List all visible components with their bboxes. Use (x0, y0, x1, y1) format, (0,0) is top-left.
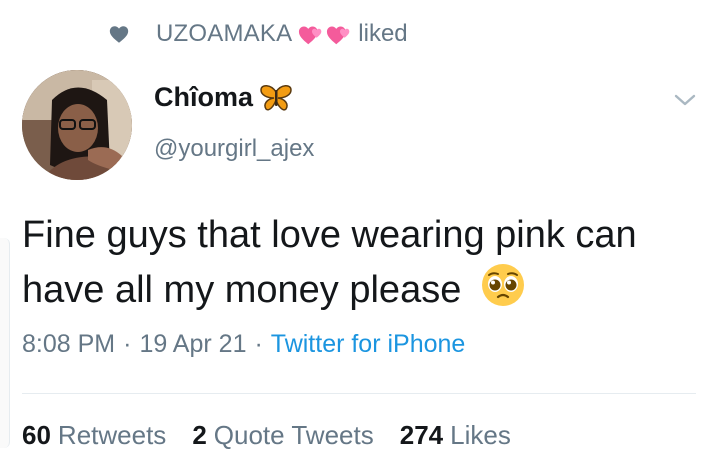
avatar[interactable] (22, 70, 132, 180)
retweets-count: 60 (22, 420, 51, 450)
liked-by-user[interactable]: UZOAMAKA (156, 20, 292, 48)
quote-tweets-count: 2 (192, 420, 207, 450)
divider (22, 393, 696, 394)
tweet-date[interactable]: 19 Apr 21 (139, 330, 246, 359)
social-context: UZOAMAKA liked (108, 18, 408, 50)
likes-stat[interactable]: 274 Likes (400, 420, 511, 451)
chevron-down-icon[interactable] (672, 90, 698, 110)
quote-tweets-stat[interactable]: 2 Quote Tweets (192, 420, 373, 451)
quote-tweets-label: Quote Tweets (213, 420, 374, 450)
retweets-stat[interactable]: 60 Retweets (22, 420, 166, 451)
likes-label: Likes (450, 420, 511, 450)
display-name[interactable]: Chîoma (154, 82, 293, 113)
tweet-text-content: Fine guys that love wearing pink can hav… (22, 214, 637, 311)
retweets-label: Retweets (57, 420, 167, 450)
likes-count: 274 (399, 420, 444, 450)
user-handle[interactable]: @yourgirl_ajex (154, 135, 314, 163)
liked-action-text: liked (358, 20, 408, 47)
butterfly-icon (260, 84, 292, 110)
display-name-text: Chîoma (154, 82, 254, 112)
side-panel-edge (0, 238, 10, 448)
tweet-text: Fine guys that love wearing pink can hav… (22, 208, 702, 317)
pleading-face-icon (481, 264, 524, 306)
heart-icon (109, 26, 129, 43)
avatar-photo (22, 70, 132, 180)
tweet-time[interactable]: 8:08 PM (22, 330, 115, 359)
tweet-source-link[interactable]: Twitter for iPhone (271, 330, 466, 359)
meta-separator: · (254, 330, 263, 358)
meta-separator: · (123, 330, 132, 358)
tweet-stats: 60 Retweets 2 Quote Tweets 274 Likes (22, 420, 537, 451)
tweet-meta: 8:08 PM · 19 Apr 21 · Twitter for iPhone (22, 330, 465, 359)
two-hearts-icon (298, 21, 354, 47)
